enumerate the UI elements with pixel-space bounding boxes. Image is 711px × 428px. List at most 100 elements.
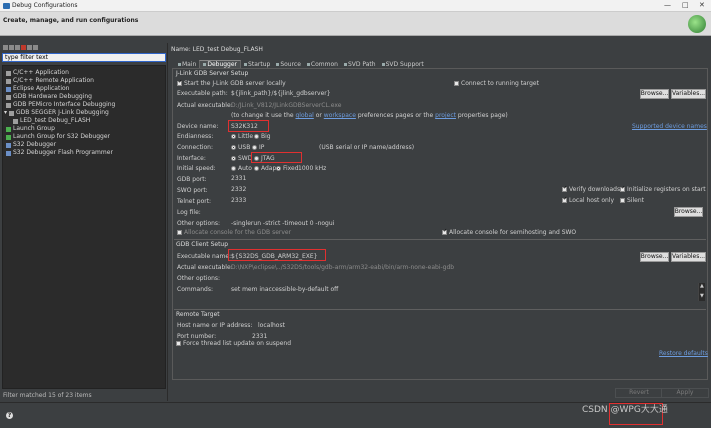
swd-radio[interactable]	[231, 156, 236, 161]
debugger-tab-icon	[203, 63, 207, 66]
force-thread-label: Force thread list update on suspend	[183, 340, 292, 347]
filter-input[interactable]: type filter text	[2, 53, 166, 62]
allocate-remote-checkbox[interactable]	[177, 230, 182, 235]
expand-chevron-icon[interactable]: ▾	[4, 110, 7, 116]
local-host-checkbox[interactable]	[562, 197, 567, 203]
tree-item[interactable]: S32 Debugger	[6, 141, 56, 149]
browse-gdb-button[interactable]: Browse...	[640, 252, 669, 262]
tab-main[interactable]: Main	[175, 60, 199, 68]
adaptive-label: Adap	[261, 165, 277, 172]
watermark: CSDN @WPG大大通	[582, 405, 668, 415]
verify-checkbox[interactable]	[562, 186, 567, 192]
project-link[interactable]: project	[435, 112, 456, 119]
tab-common[interactable]: Common	[304, 60, 341, 68]
tree-item[interactable]: Launch Group for S32 Debugger	[6, 133, 110, 141]
little-radio[interactable]	[231, 134, 236, 139]
tree-item[interactable]: S32 Debugger Flash Programmer	[6, 149, 113, 157]
tree-item[interactable]: ▾ GDB SEGGER J-Link Debugging	[4, 109, 109, 117]
name-row: Name: LED_test Debug_FLASH	[171, 47, 263, 53]
new-proto-icon[interactable]	[9, 45, 14, 50]
connect-running-checkbox[interactable]	[454, 81, 459, 86]
restore-defaults-link[interactable]: Restore defaults	[659, 351, 708, 357]
commands-label: Commands:	[177, 286, 213, 293]
init-regs-checkbox[interactable]	[620, 186, 625, 192]
name-label: Name:	[171, 46, 191, 53]
tab-startup[interactable]: Startup	[241, 60, 273, 68]
tree-item[interactable]: C/C++ Application	[6, 69, 69, 77]
source-tab-icon	[276, 63, 280, 66]
close-icon[interactable]: ✕	[699, 2, 705, 9]
delete-icon[interactable]	[21, 45, 26, 50]
browse-exec-button[interactable]: Browse...	[640, 89, 669, 99]
silent-checkbox[interactable]	[620, 198, 625, 203]
tab-svd-path[interactable]: SVD Path	[341, 60, 379, 68]
allocate-remote-label: Allocate console for the GDB server	[184, 229, 292, 236]
debug-logo-icon	[688, 15, 706, 33]
name-value[interactable]: LED_test Debug_FLASH	[193, 46, 263, 53]
maximize-icon[interactable]: □	[682, 2, 689, 9]
ip-radio[interactable]	[252, 145, 257, 150]
allocate-semi-checkbox[interactable]	[442, 229, 447, 235]
tree-item[interactable]: C/C++ Remote Application	[6, 77, 94, 85]
supported-devices-link[interactable]: Supported device names	[632, 124, 707, 130]
browse-log-button[interactable]: Browse...	[674, 207, 703, 217]
verify-label: Verify downloads	[569, 186, 621, 193]
usb-radio[interactable]	[231, 145, 236, 150]
speed-value[interactable]: 1000 kHz	[298, 166, 326, 172]
start-server-checkbox[interactable]	[177, 80, 182, 86]
tab-debugger[interactable]: Debugger	[199, 60, 242, 68]
config-tabs: Main Debugger Startup Source Common SVD …	[175, 60, 427, 68]
auto-radio[interactable]	[231, 166, 236, 171]
scroll-up-icon[interactable]: ▲	[700, 284, 704, 289]
tab-source[interactable]: Source	[273, 60, 304, 68]
config-type-icon	[6, 86, 11, 92]
filter-icon[interactable]	[33, 45, 38, 50]
commands-value[interactable]: set mem inaccessible-by-default off	[231, 287, 338, 293]
gdb-client-group: GDB Client Setup Executable name: ${S32D…	[174, 239, 706, 305]
launch-group-icon	[6, 134, 11, 140]
exec-path-label: Executable path:	[177, 90, 228, 97]
scroll-down-icon[interactable]: ▼	[700, 294, 704, 299]
little-label: Little	[238, 133, 254, 140]
collapse-all-icon[interactable]	[27, 45, 32, 50]
force-thread-checkbox[interactable]	[176, 341, 181, 346]
config-type-icon	[6, 142, 11, 148]
tree-item[interactable]: GDB Hardware Debugging	[6, 93, 92, 101]
host-value[interactable]: localhost	[258, 323, 285, 329]
new-config-icon[interactable]	[3, 45, 8, 50]
variables-gdb-button[interactable]: Variables...	[671, 252, 706, 262]
swo-port-value[interactable]: 2332	[231, 187, 246, 193]
tree-item[interactable]: Launch Group	[6, 125, 55, 133]
auto-label: Auto	[238, 165, 252, 172]
svd-support-tab-icon	[381, 63, 385, 66]
config-type-icon	[6, 78, 11, 84]
gdb-port-value[interactable]: 2331	[231, 176, 246, 182]
fixed-radio[interactable]	[276, 166, 281, 171]
connection-label: Connection:	[177, 144, 213, 151]
start-server-label: Start the J-Link GDB server locally	[184, 80, 286, 87]
config-type-icon	[6, 94, 11, 100]
apply-button[interactable]: Apply	[661, 388, 709, 398]
config-detail-panel: Name: LED_test Debug_FLASH Main Debugger…	[169, 43, 711, 401]
telnet-port-value[interactable]: 2333	[231, 198, 246, 204]
other-options-value[interactable]: -singlerun -strict -timeout 0 -nogui	[231, 221, 334, 227]
commands-scrollbar[interactable]: ▲ ▼	[698, 283, 705, 301]
workspace-link[interactable]: workspace	[324, 112, 356, 119]
exec-path-value[interactable]: ${jlink_path}/${jlink_gdbserver}	[231, 91, 331, 97]
main-tab-icon	[178, 63, 181, 66]
tab-svd-support[interactable]: SVD Support	[379, 60, 427, 68]
config-type-icon	[6, 150, 11, 156]
global-link[interactable]: global	[295, 112, 313, 119]
config-type-icon	[6, 102, 11, 108]
tree-item[interactable]: Eclipse Application	[6, 85, 69, 93]
help-icon[interactable]: ?	[6, 412, 13, 419]
gdb-exec-highlight	[228, 249, 326, 261]
export-icon[interactable]	[15, 45, 20, 50]
minimize-icon[interactable]: —	[664, 2, 671, 9]
variables-exec-button[interactable]: Variables...	[671, 89, 706, 99]
big-radio[interactable]	[254, 134, 259, 139]
tree-item-selected[interactable]: LED_test Debug_FLASH	[13, 117, 90, 125]
adaptive-radio[interactable]	[254, 166, 259, 171]
tree-item[interactable]: GDB PEMicro Interface Debugging	[6, 101, 115, 109]
revert-button[interactable]: Revert	[615, 388, 663, 398]
